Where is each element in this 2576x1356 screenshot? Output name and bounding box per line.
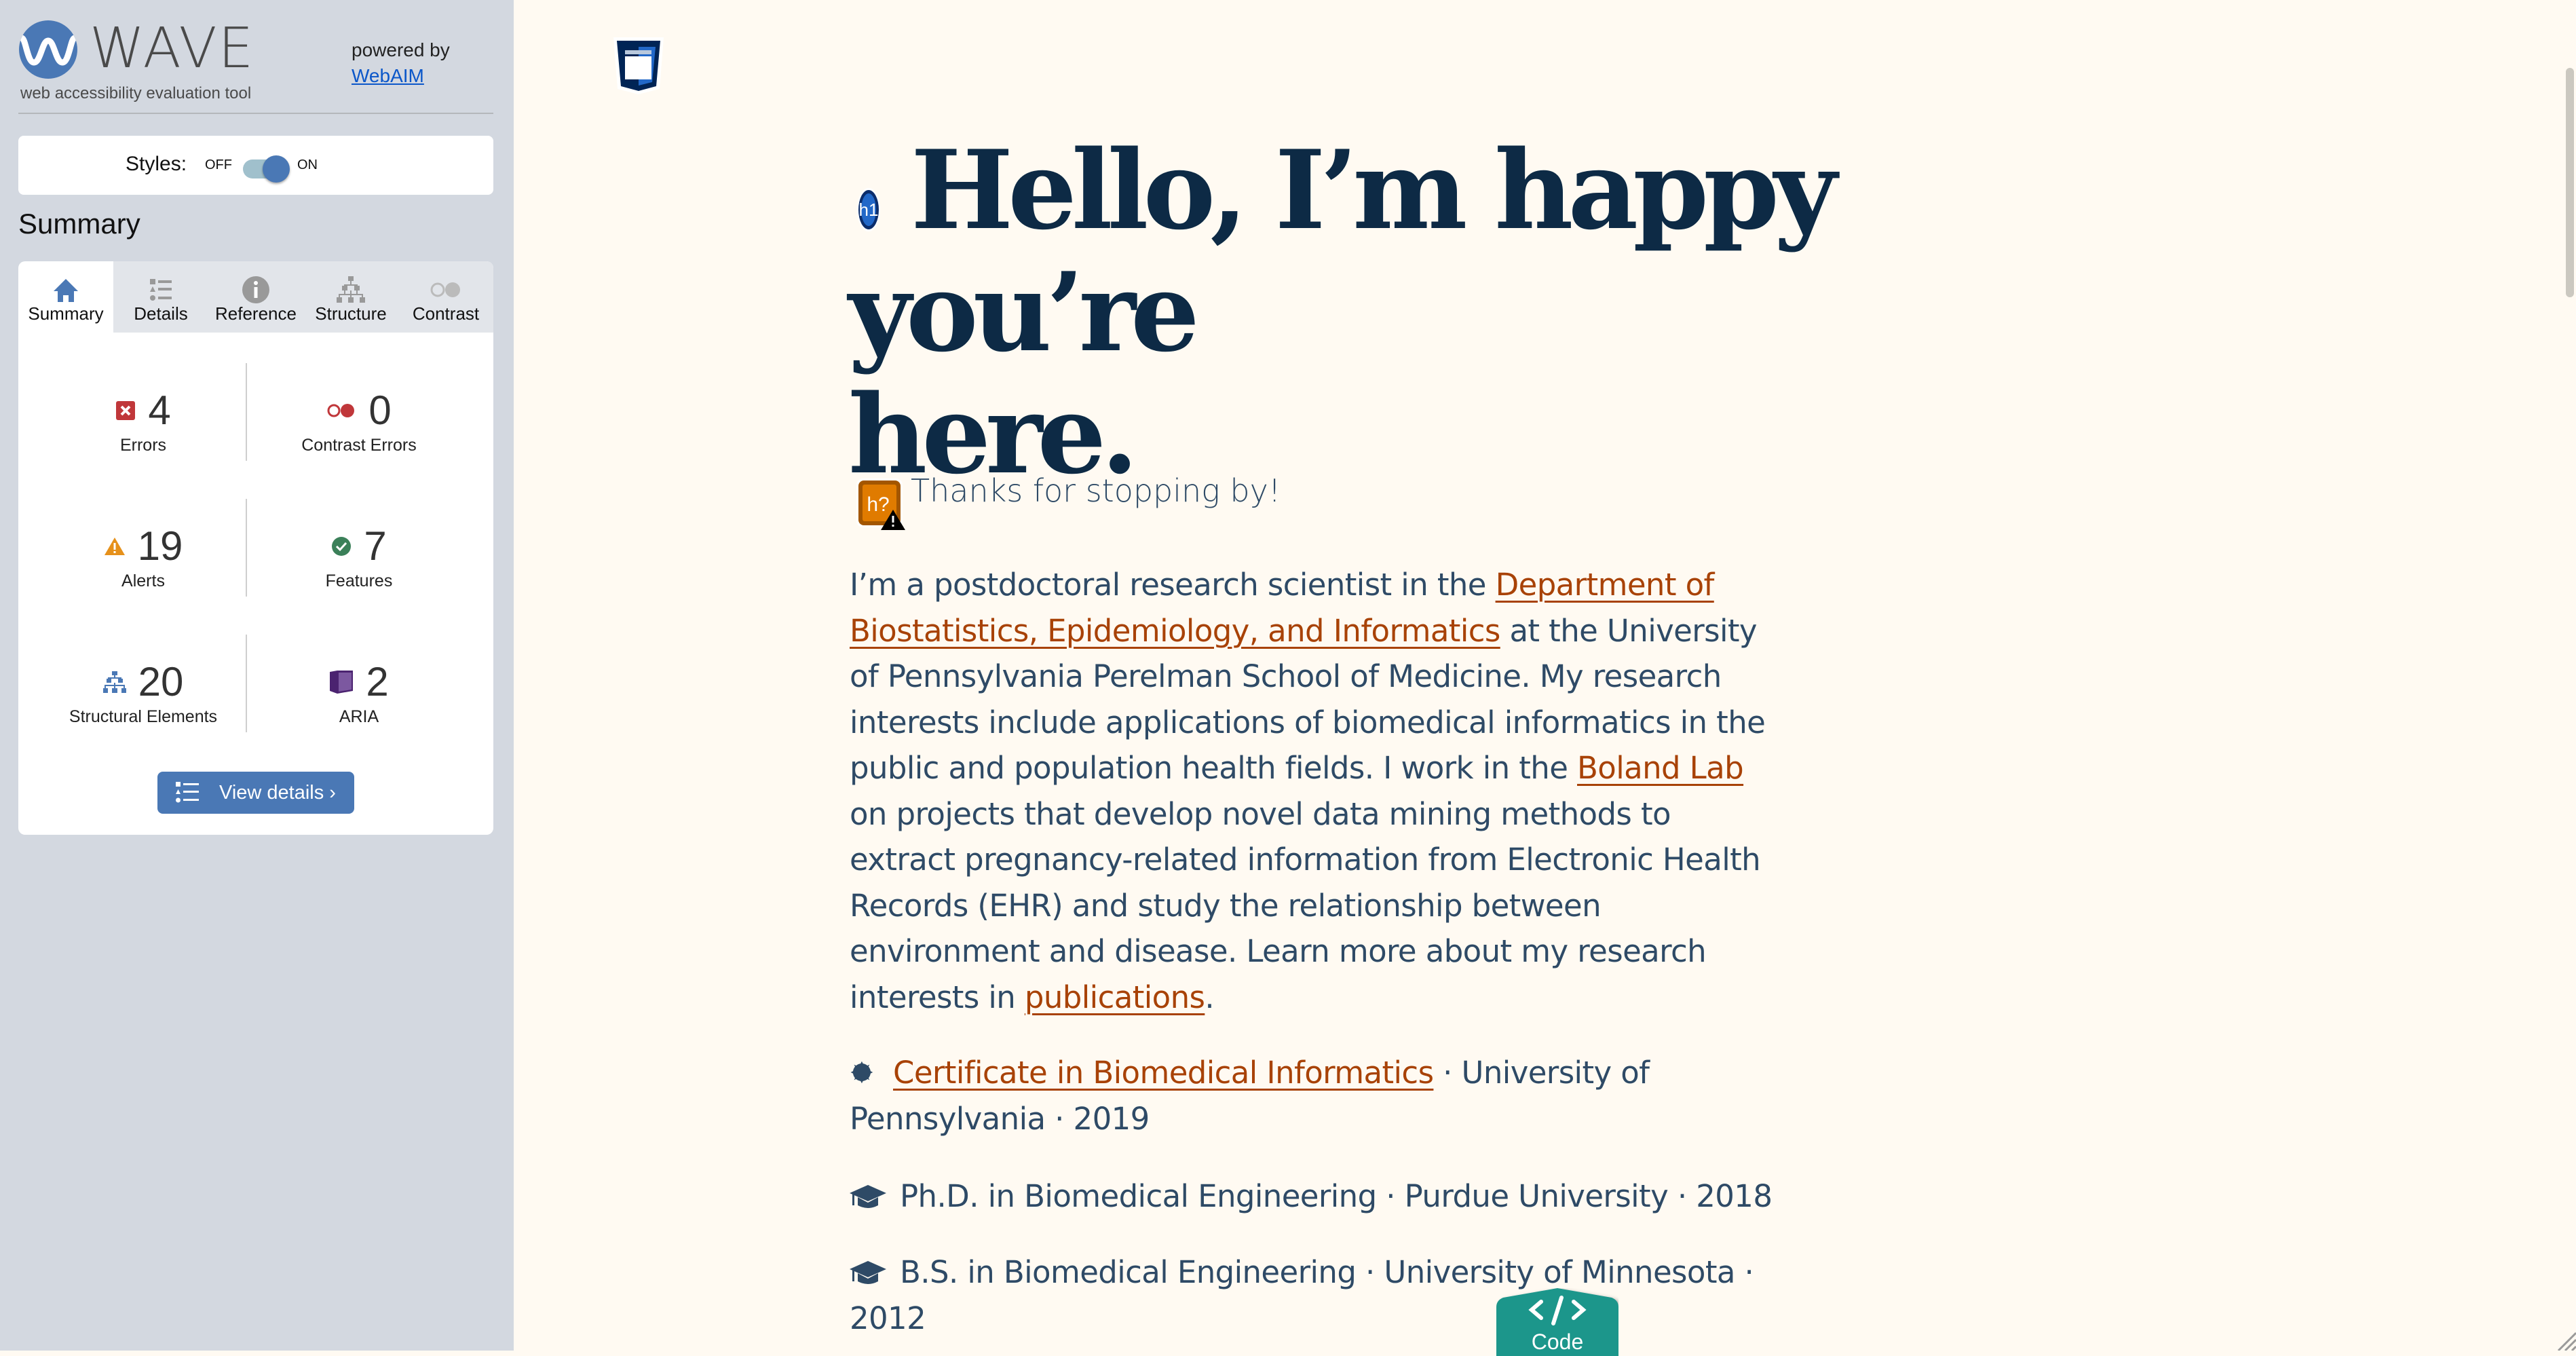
hierarchy-icon — [337, 276, 365, 303]
intro-text: . — [1205, 979, 1215, 1015]
alerts-count: 19 — [137, 523, 183, 569]
powered-by-label: powered by — [352, 39, 450, 60]
certificate-link[interactable]: Certificate in Biomedical Informatics — [893, 1055, 1434, 1091]
stat-contrast-errors[interactable]: 0 Contrast Errors — [251, 387, 467, 455]
contrast-errors-count: 0 — [368, 388, 392, 433]
errors-label: Errors — [119, 436, 167, 455]
feature-icon — [332, 537, 352, 556]
wave-sidebar: WAVE web accessibility evaluation tool p… — [0, 0, 514, 1351]
structure-icon — [102, 671, 126, 693]
alert-icon — [104, 538, 125, 555]
view-details-button[interactable]: View details › — [157, 772, 354, 814]
tab-label: Details — [134, 303, 188, 324]
heading-line-1: Hello, I’m happy you’re — [848, 126, 1837, 376]
sidebar-divider — [18, 113, 493, 114]
aria-label: ARIA — [339, 707, 379, 726]
stat-structural-elements[interactable]: 20 Structural Elements — [35, 658, 251, 727]
alerts-label: Alerts — [121, 571, 165, 590]
page-heading: Hello, I’m happy you’re here. — [848, 129, 2138, 495]
header-landmark-icon[interactable] — [613, 37, 664, 94]
aria-count: 2 — [366, 659, 389, 704]
code-toggle-button[interactable]: Code — [1496, 1288, 1618, 1356]
wave-subtitle: web accessibility evaluation tool — [20, 84, 252, 102]
styles-off-label: OFF — [205, 157, 232, 172]
vertical-scrollbar-thumb[interactable] — [2566, 68, 2574, 297]
publications-link[interactable]: publications — [1025, 979, 1205, 1015]
contrast-icon — [430, 282, 460, 297]
summary-panel: Summary Details Reference Structure Cont… — [18, 261, 493, 835]
view-details-label: View details › — [219, 781, 336, 804]
resize-grip-icon[interactable] — [2556, 1330, 2576, 1351]
tab-details[interactable]: Details — [113, 261, 208, 333]
tab-summary[interactable]: Summary — [18, 261, 113, 333]
tab-label: Structure — [315, 303, 387, 324]
intro-paragraph: I’m a postdoctoral research scientist in… — [850, 562, 1779, 1020]
boland-lab-link[interactable]: Boland Lab — [1577, 750, 1744, 786]
error-icon — [116, 401, 136, 420]
stat-errors[interactable]: 4 Errors — [35, 387, 251, 455]
styles-toggle-knob[interactable] — [263, 155, 290, 183]
tab-label: Contrast — [412, 303, 480, 324]
tab-reference[interactable]: Reference — [208, 261, 303, 333]
education-item: B.S. in Biomedical Engineering · Univers… — [850, 1249, 1779, 1341]
tab-contrast[interactable]: Contrast — [398, 261, 493, 333]
structural-elements-label: Structural Elements — [69, 707, 218, 726]
list-icon — [176, 782, 200, 803]
wave-logo-icon — [19, 20, 77, 79]
education-text: Ph.D. in Biomedical Engineering · Purdue… — [900, 1178, 1773, 1214]
intro-text: I’m a postdoctoral research scientist in… — [850, 567, 1496, 603]
possible-heading-alert-icon[interactable]: h? — [856, 478, 905, 530]
summary-heading: Summary — [18, 208, 140, 240]
education-item: Ph.D. in Biomedical Engineering · Purdue… — [850, 1173, 1779, 1220]
features-label: Features — [325, 571, 393, 590]
certificate-icon — [850, 1061, 873, 1084]
tab-structure[interactable]: Structure — [303, 261, 398, 333]
stat-aria[interactable]: 2 ARIA — [251, 658, 467, 727]
education-item: Certificate in Biomedical Informatics · … — [850, 1050, 1779, 1142]
structural-elements-count: 20 — [138, 659, 184, 704]
panel-tabs: Summary Details Reference Structure Cont… — [18, 261, 493, 333]
contrast-errors-label: Contrast Errors — [301, 436, 417, 455]
errors-count: 4 — [148, 388, 171, 433]
list-icon — [150, 279, 172, 301]
h-marker-label: h? — [867, 493, 889, 516]
graduation-cap-icon — [850, 1185, 886, 1208]
info-icon — [242, 276, 269, 303]
aria-icon — [330, 671, 354, 694]
stat-features[interactable]: 7 Features — [251, 523, 467, 591]
stat-alerts[interactable]: 19 Alerts — [35, 523, 251, 591]
styles-toggle-box: Styles: OFF ON — [18, 136, 493, 195]
home-icon — [54, 279, 78, 302]
webaim-link[interactable]: WebAIM — [352, 65, 424, 87]
graduation-cap-icon — [850, 1261, 886, 1284]
features-count: 7 — [364, 523, 387, 569]
contrast-error-icon — [327, 404, 355, 417]
thanks-text: Thanks for stopping by! — [911, 472, 1281, 509]
styles-on-label: ON — [297, 157, 318, 172]
tab-label: Summary — [28, 303, 104, 324]
wave-title: WAVE — [90, 16, 255, 81]
styles-label: Styles: — [126, 153, 187, 175]
tab-label: Reference — [215, 303, 297, 324]
intro-text: on projects that develop novel data mini… — [850, 795, 1761, 1015]
